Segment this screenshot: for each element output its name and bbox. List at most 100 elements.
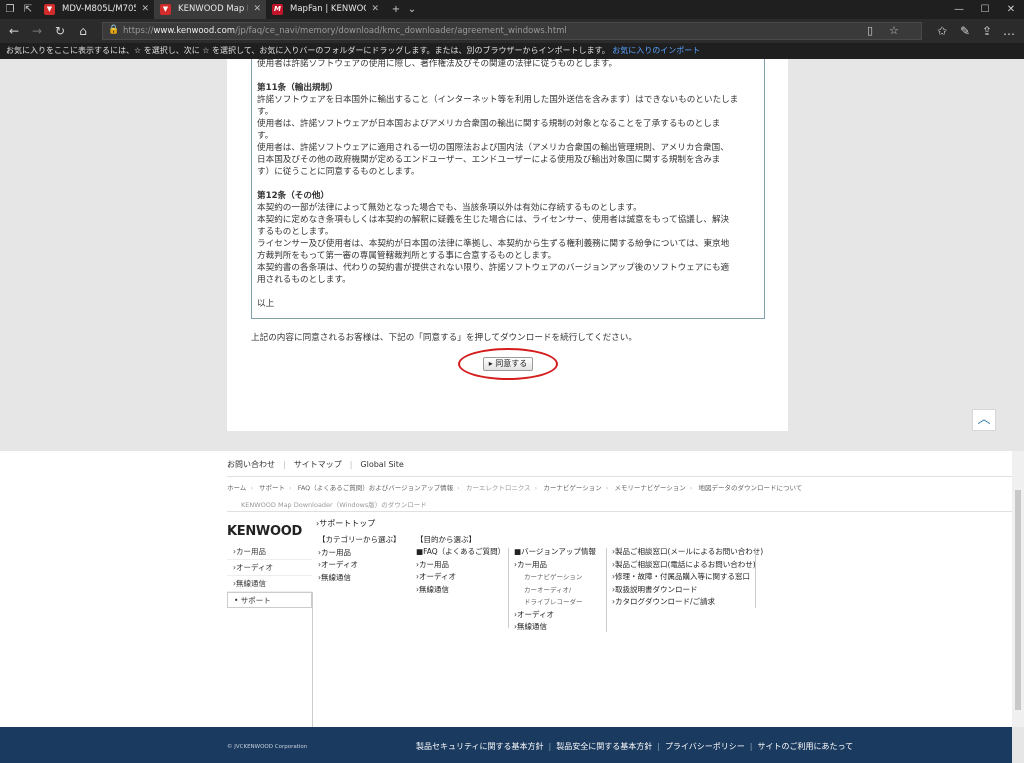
divider [227,511,1012,512]
license-line: ライセンサー及び使用者は、本契約が日本国の法律に準拠し、本契約から生ずる権利義務… [257,239,730,249]
share-icon[interactable]: ⇪ [978,23,996,39]
sitemap-link[interactable]: サイトマップ [294,460,342,469]
side-item-car[interactable]: ›カー用品 [227,544,312,560]
faq-link[interactable]: ›無線通信 [416,584,505,597]
breadcrumb-item[interactable]: サポート [259,484,285,492]
divider [508,548,509,628]
forward-arrow-icon[interactable]: → [28,23,46,39]
license-line: 使用者は、許諾ソフトウェアが日本国およびアメリカ合衆国の輸出に関する規制の対象と… [257,119,721,129]
close-tab-icon[interactable]: ✕ [371,0,379,19]
license-line: 本契約に定めなき条項もしくは本契約の解釈に疑義を生じた場合には、ライセンサー、使… [257,215,730,225]
agreement-card: 使用者は許諾ソフトウェアの使用に際し、著作権法及びその関連の法律に従うものとしま… [227,59,788,431]
version-heading[interactable]: ■バージョンアップ情報 [514,546,596,559]
side-item-support[interactable]: • サポート [227,592,312,608]
divider [606,548,607,632]
divider [227,476,1012,477]
breadcrumb-item[interactable]: カーナビゲーション [543,484,601,492]
support-top-link[interactable]: ›サポートトップ [316,518,375,529]
breadcrumb-item[interactable]: ホーム [227,484,246,492]
tab-list-chevron-down-icon[interactable]: ⌄ [404,2,420,17]
terms-of-use-link[interactable]: サイトのご利用にあたって [757,742,853,751]
faq-link[interactable]: ›カー用品 [416,559,505,572]
breadcrumb-item[interactable]: メモリーナビゲーション [614,484,685,492]
contact-link[interactable]: ›取扱説明書ダウンロード [612,584,763,597]
site-footer [0,451,1012,727]
footer-bottom-links: 製品セキュリティに関する基本方針 | 製品安全に関する基本方針 | プライバシーポリシー… [416,742,854,751]
lock-icon: 🔒 [108,25,120,35]
safety-policy-link[interactable]: 製品安全に関する基本方針 [556,742,652,751]
license-end: 以上 [257,299,275,309]
category-heading: 【カテゴリーから選ぶ】 [318,535,401,544]
contact-link[interactable]: お問い合わせ [227,460,275,469]
maximize-icon[interactable]: ☐ [972,0,998,19]
version-link[interactable]: ›オーディオ [514,609,596,622]
license-text-box[interactable]: 使用者は許諾ソフトウェアの使用に際し、著作権法及びその関連の法律に従うものとしま… [251,59,765,319]
close-tab-icon[interactable]: ✕ [141,0,149,19]
address-bar[interactable]: 🔒 https://www.kenwood.com/jp/faq/ce_navi… [102,22,922,40]
faq-link[interactable]: ›オーディオ [416,571,505,584]
mapfan-favicon-icon: M [272,4,283,15]
breadcrumb-item[interactable]: カーエレクトロニクス [466,484,531,492]
home-icon[interactable]: ⌂ [74,23,92,39]
faq-heading[interactable]: ■FAQ（よくあるご質問） [416,546,505,559]
category-column: 【カテゴリーから選ぶ】 ›カー用品 ›オーディオ ›無線通信 [318,534,401,584]
license-line: す）に従うことに同意するものとします。 [257,167,420,177]
category-link[interactable]: ›オーディオ [318,559,401,572]
footer-side-menu: ›カー用品 ›オーディオ ›無線通信 • サポート [227,544,312,608]
page-top-chevron-up-icon[interactable]: ︿ [972,409,996,431]
tab-bar: ❐ ⇱ ▼ MDV-M805L/M705W/M705 ✕ ▼ KENWOOD M… [0,0,1024,19]
privacy-policy-link[interactable]: プライバシーポリシー [665,742,745,751]
version-link[interactable]: ›カー用品 [514,559,596,572]
favorite-star-icon[interactable]: ☆ [889,24,899,37]
license-line: 方裁判所をもって第一審の専属管轄裁判所とする事に合意するものとします。 [257,251,557,261]
url-text[interactable]: https://www.kenwood.com/jp/faq/ce_navi/m… [123,23,567,39]
side-item-radio[interactable]: ›無線通信 [227,576,312,592]
favorites-bar: お気に入りをここに表示するには、☆ を選択し、次に ☆ を選択して、お気に入りバ… [0,43,1024,59]
copyright: © JVCKENWOOD Corporation [227,744,308,750]
license-line: 使用者は許諾ソフトウェアの使用に際し、著作権法及びその関連の法律に従うものとしま… [257,59,618,69]
scrollbar-thumb[interactable] [1015,490,1021,710]
version-sublink[interactable]: ドライブレコーダー [514,596,596,609]
close-window-icon[interactable]: ✕ [998,0,1024,19]
more-menu-icon[interactable]: … [1000,23,1018,39]
tab-kenwood-map-downloader[interactable]: ▼ KENWOOD Map Downl ✕ [154,0,266,19]
breadcrumb-item[interactable]: FAQ（よくあるご質問）およびバージョンアップ情報 [298,484,453,492]
category-link[interactable]: ›カー用品 [318,547,401,560]
refresh-icon[interactable]: ↻ [51,23,69,39]
new-tab-icon[interactable]: + [388,2,404,17]
version-sublink[interactable]: カーオーディオ/ [514,584,596,597]
side-item-audio[interactable]: ›オーディオ [227,560,312,576]
close-tab-icon[interactable]: ✕ [253,0,261,19]
set-aside-tabs-icon[interactable]: ⇱ [20,2,36,17]
purpose-heading: 【目的から選ぶ】 [416,535,476,544]
pen-notes-icon[interactable]: ✎ [956,23,974,39]
version-sublink[interactable]: カーナビゲーション [514,571,596,584]
minimize-icon[interactable]: — [946,0,972,19]
faq-column: ■FAQ（よくあるご質問） ›カー用品 ›オーディオ ›無線通信 [416,546,505,596]
global-site-link[interactable]: Global Site [360,460,403,469]
contact-link[interactable]: ›製品ご相談窓口(メールによるお問い合わせ) [612,546,763,559]
back-arrow-icon[interactable]: ← [5,23,23,39]
tab-actions-icon[interactable]: ❐ [2,2,18,17]
contact-link[interactable]: ›製品ご相談窓口(電話によるお問い合わせ) [612,559,763,572]
license-line: 使用者は、許諾ソフトウェアに適用される一切の国際法および国内法（アメリカ合衆国の… [257,143,729,153]
agree-button[interactable]: ▸ 同意する [483,357,533,371]
tab-title: KENWOOD Map Downl [178,4,248,14]
category-link[interactable]: ›無線通信 [318,572,401,585]
kenwood-logo[interactable]: KENWOOD [227,524,302,539]
contact-link[interactable]: ›修理・故障・付属品購入等に関する窓口 [612,571,763,584]
divider [755,548,756,608]
contact-link[interactable]: ›カタログダウンロード/ご請求 [612,596,763,609]
reading-view-icon[interactable]: ▯ [867,24,873,37]
tab-mapfan[interactable]: M MapFan | KENWOOD MapF ✕ [266,0,384,19]
license-line: 日本国及びその他の政府機関が定めるエンドユーザー、エンドユーザーによる使用及び輸… [257,155,721,165]
license-line: 本契約の一部が法律によって無効となった場合でも、当該条項以外は有効に存続するもの… [257,203,642,213]
tab-mdv[interactable]: ▼ MDV-M805L/M705W/M705 ✕ [38,0,154,19]
favorites-hub-icon[interactable]: ✩ [933,23,951,39]
security-policy-link[interactable]: 製品セキュリティに関する基本方針 [416,742,544,751]
version-link[interactable]: ›無線通信 [514,621,596,634]
agree-instruction: 上記の内容に同意されるお客様は、下記の「同意する」を押してダウンロードを続行して… [251,333,637,343]
import-favorites-link[interactable]: お気に入りのインポート [612,46,700,55]
breadcrumb-item[interactable]: 地図データのダウンロードについて [698,484,802,492]
kenwood-favicon-icon: ▼ [44,4,55,15]
